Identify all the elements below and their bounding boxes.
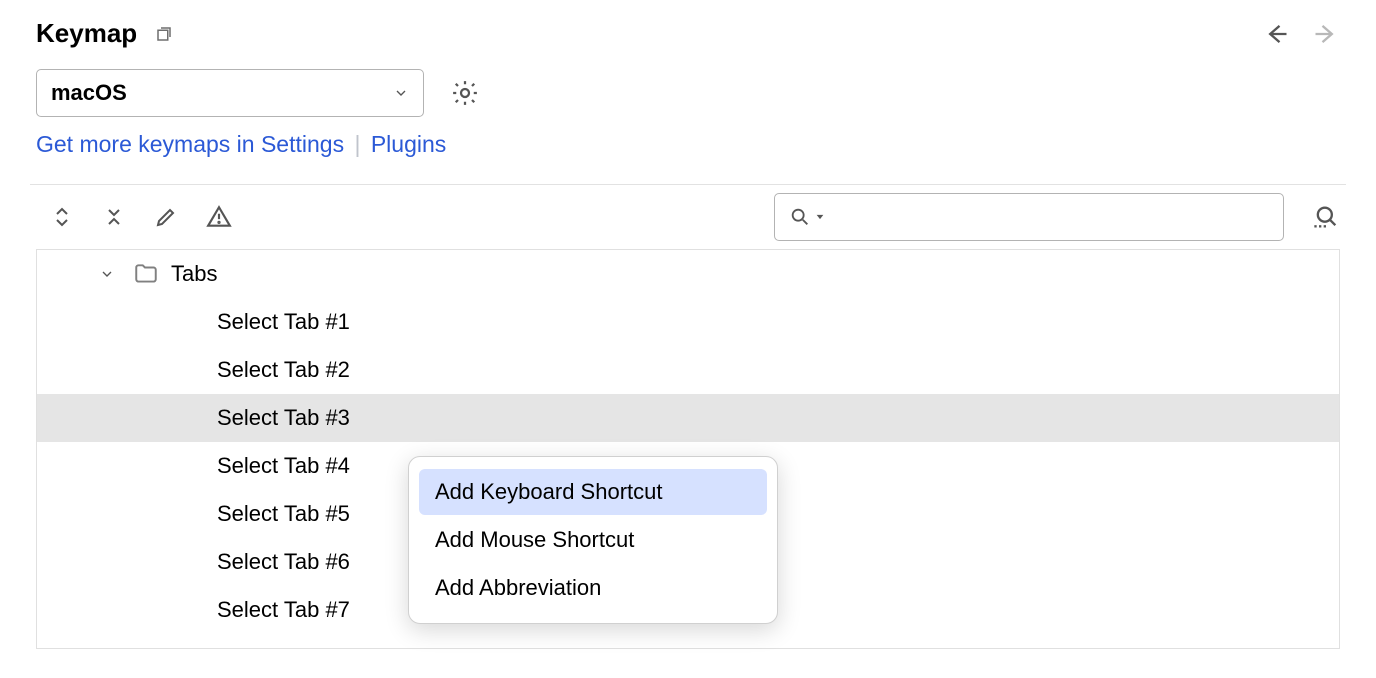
context-menu: Add Keyboard Shortcut Add Mouse Shortcut… [408, 456, 778, 624]
gear-icon[interactable] [450, 78, 480, 108]
link-separator: | [350, 131, 364, 157]
tree-item[interactable]: Select Tab #2 [37, 346, 1339, 394]
chevron-down-icon[interactable] [99, 266, 115, 282]
keymap-select[interactable]: macOS [36, 69, 424, 117]
search-input[interactable] [774, 193, 1284, 241]
keymap-select-value: macOS [51, 80, 127, 106]
find-shortcut-icon[interactable] [1312, 203, 1340, 231]
menu-item-add-abbreviation[interactable]: Add Abbreviation [419, 565, 767, 611]
menu-item-add-keyboard-shortcut[interactable]: Add Keyboard Shortcut [419, 469, 767, 515]
tree-folder-label: Tabs [171, 261, 217, 287]
edit-icon[interactable] [154, 205, 178, 229]
collapse-all-icon[interactable] [102, 205, 126, 229]
search-chevron-icon[interactable] [815, 212, 825, 222]
chevron-down-icon [393, 85, 409, 101]
page-title: Keymap [36, 18, 137, 49]
forward-icon[interactable] [1312, 20, 1340, 48]
plugins-link[interactable]: Plugins [371, 131, 446, 157]
tree-item[interactable]: Select Tab #1 [37, 298, 1339, 346]
search-field[interactable] [829, 206, 1269, 229]
search-icon [789, 206, 811, 228]
get-more-keymaps-link[interactable]: Get more keymaps in Settings [36, 131, 344, 157]
folder-icon [133, 261, 159, 287]
warning-icon[interactable] [206, 204, 232, 230]
menu-item-add-mouse-shortcut[interactable]: Add Mouse Shortcut [419, 517, 767, 563]
expand-all-icon[interactable] [50, 205, 74, 229]
tree-folder-tabs[interactable]: Tabs [37, 250, 1339, 298]
header: Keymap [0, 0, 1376, 59]
separate-window-icon[interactable] [155, 25, 173, 43]
back-icon[interactable] [1262, 20, 1290, 48]
tree-item-selected[interactable]: Select Tab #3 [37, 394, 1339, 442]
